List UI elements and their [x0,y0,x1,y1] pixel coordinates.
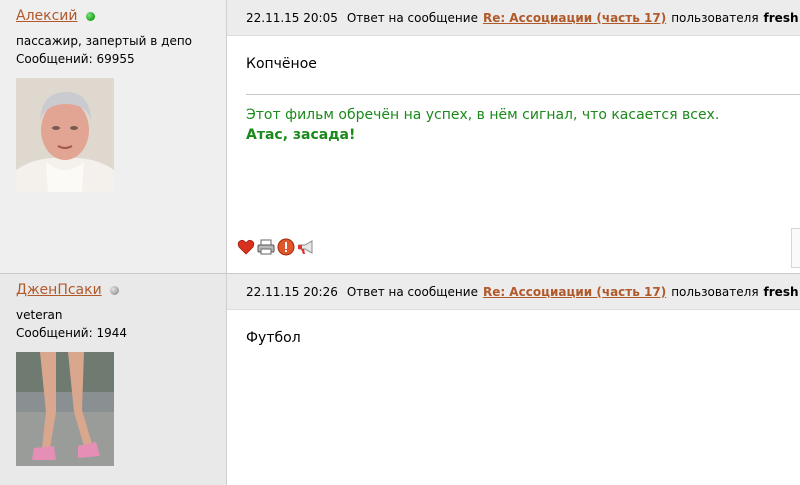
author-message-count: Сообщений: 1944 [16,326,127,340]
reply-prefix: Ответ на сообщение [346,284,478,299]
forum-post: ДженПсаки veteran Сообщений: 1944 22.11.… [0,273,800,485]
online-status-icon [85,11,95,21]
reply-user: fresh [763,10,799,25]
reply-by-label: пользователя [671,10,759,25]
post-content: 22.11.15 20:05 Ответ на сообщение Re: Ас… [227,0,800,273]
post-body: Копчёное Этот фильм обречён на успех, в … [227,36,800,145]
reply-user: fresh [763,284,799,299]
signature: Этот фильм обречён на успех, в нём сигна… [246,105,800,145]
post-text: Футбол [246,330,301,346]
offline-status-icon [109,285,119,295]
author-status: пассажир, запертый в депо [16,34,193,48]
post-text: Копчёное [246,56,317,72]
post-author-sidebar: Алексий пассажир, запертый в депо Сообще… [0,0,227,273]
post-content: 22.11.15 20:26 Ответ на сообщение Re: Ас… [227,274,800,485]
author-status: veteran [16,308,63,322]
author-name-link[interactable]: ДженПсаки [16,282,102,298]
post-author-sidebar: ДженПсаки veteran Сообщений: 1944 [0,274,227,485]
post-body: Футбол [227,310,800,346]
thread-link[interactable]: Re: Ассоциации (часть 17) [483,11,666,25]
megaphone-icon[interactable] [297,238,315,256]
author-name-link[interactable]: Алексий [16,8,78,24]
print-icon[interactable] [257,238,275,256]
avatar[interactable] [16,352,114,466]
report-icon[interactable] [277,238,295,256]
author-message-count: Сообщений: 69955 [16,52,135,66]
author-name-row: Алексий [16,8,210,24]
signature-divider [246,94,800,95]
signature-line: Этот фильм обречён на успех, в нём сигна… [246,107,720,123]
post-actions [237,238,315,256]
post-header: 22.11.15 20:26 Ответ на сообщение Re: Ас… [227,274,800,310]
reply-prefix: Ответ на сообщение [346,10,478,25]
thread-link[interactable]: Re: Ассоциации (часть 17) [483,285,666,299]
signature-line-bold: Атас, засада! [246,127,356,143]
heart-icon[interactable] [237,238,255,256]
author-name-row: ДженПсаки [16,282,210,298]
reply-by-label: пользователя [671,284,759,299]
post-date: 22.11.15 20:05 [246,10,338,25]
post-date: 22.11.15 20:26 [246,284,338,299]
post-header: 22.11.15 20:05 Ответ на сообщение Re: Ас… [227,0,800,36]
forum-post: Алексий пассажир, запертый в депо Сообще… [0,0,800,273]
side-tab[interactable] [791,228,800,268]
avatar[interactable] [16,78,114,192]
